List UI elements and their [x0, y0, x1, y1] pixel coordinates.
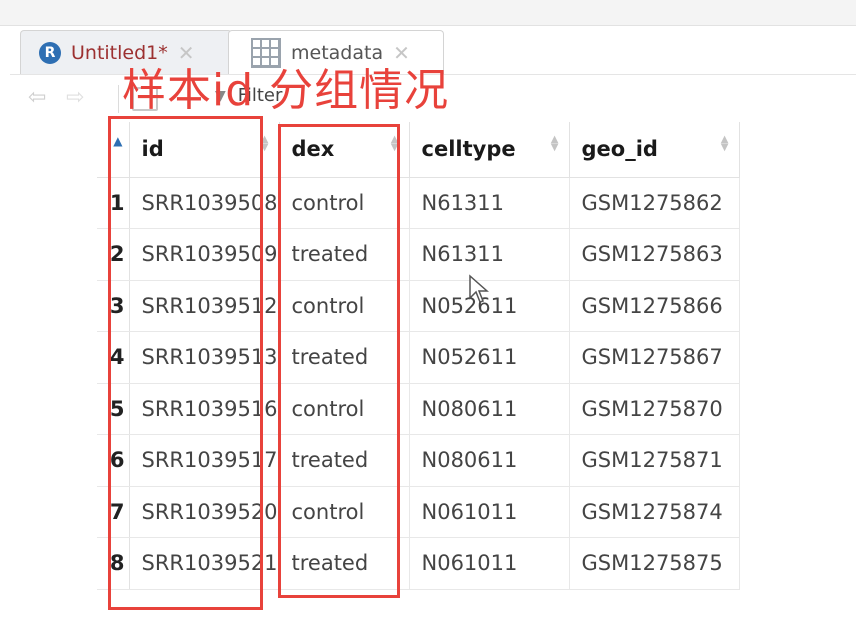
sort-icon: ▲ ▼	[720, 134, 729, 153]
forward-arrow-icon[interactable]: ⇨	[66, 87, 98, 109]
toolbar-divider	[118, 85, 119, 113]
cell-geo-id[interactable]: GSM1275874	[569, 486, 740, 538]
cell-geo-id[interactable]: GSM1275867	[569, 331, 740, 384]
window-top-strip	[0, 0, 856, 26]
annotation-label: 样本id 分组情况	[122, 65, 450, 116]
column-label: geo_id	[581, 137, 658, 162]
cell-geo-id[interactable]: GSM1275862	[569, 177, 740, 229]
cell-celltype[interactable]: N052611	[409, 331, 570, 384]
cell-geo-id[interactable]: GSM1275870	[569, 383, 740, 435]
highlight-box-id-column	[108, 116, 263, 610]
mouse-pointer-icon	[469, 274, 489, 303]
cell-geo-id[interactable]: GSM1275866	[569, 280, 740, 332]
cell-celltype[interactable]: N080611	[409, 383, 570, 435]
cell-celltype[interactable]: N061011	[409, 486, 570, 538]
cell-geo-id[interactable]: GSM1275863	[569, 228, 740, 281]
r-script-icon: R	[39, 41, 61, 64]
column-header-celltype[interactable]: celltype ▲ ▼	[409, 122, 570, 178]
cell-celltype[interactable]: N061011	[409, 537, 570, 590]
highlight-box-dex-column	[278, 124, 400, 598]
cell-geo-id[interactable]: GSM1275871	[569, 434, 740, 487]
cell-celltype[interactable]: N080611	[409, 434, 570, 487]
sort-icon: ▲ ▼	[550, 134, 559, 153]
cell-celltype[interactable]: N61311	[409, 228, 570, 281]
column-label: celltype	[421, 137, 516, 162]
cell-celltype[interactable]: N61311	[409, 177, 570, 229]
column-header-geo-id[interactable]: geo_id ▲ ▼	[569, 122, 740, 178]
cell-geo-id[interactable]: GSM1275875	[569, 537, 740, 590]
back-arrow-icon[interactable]: ⇦	[28, 87, 60, 109]
